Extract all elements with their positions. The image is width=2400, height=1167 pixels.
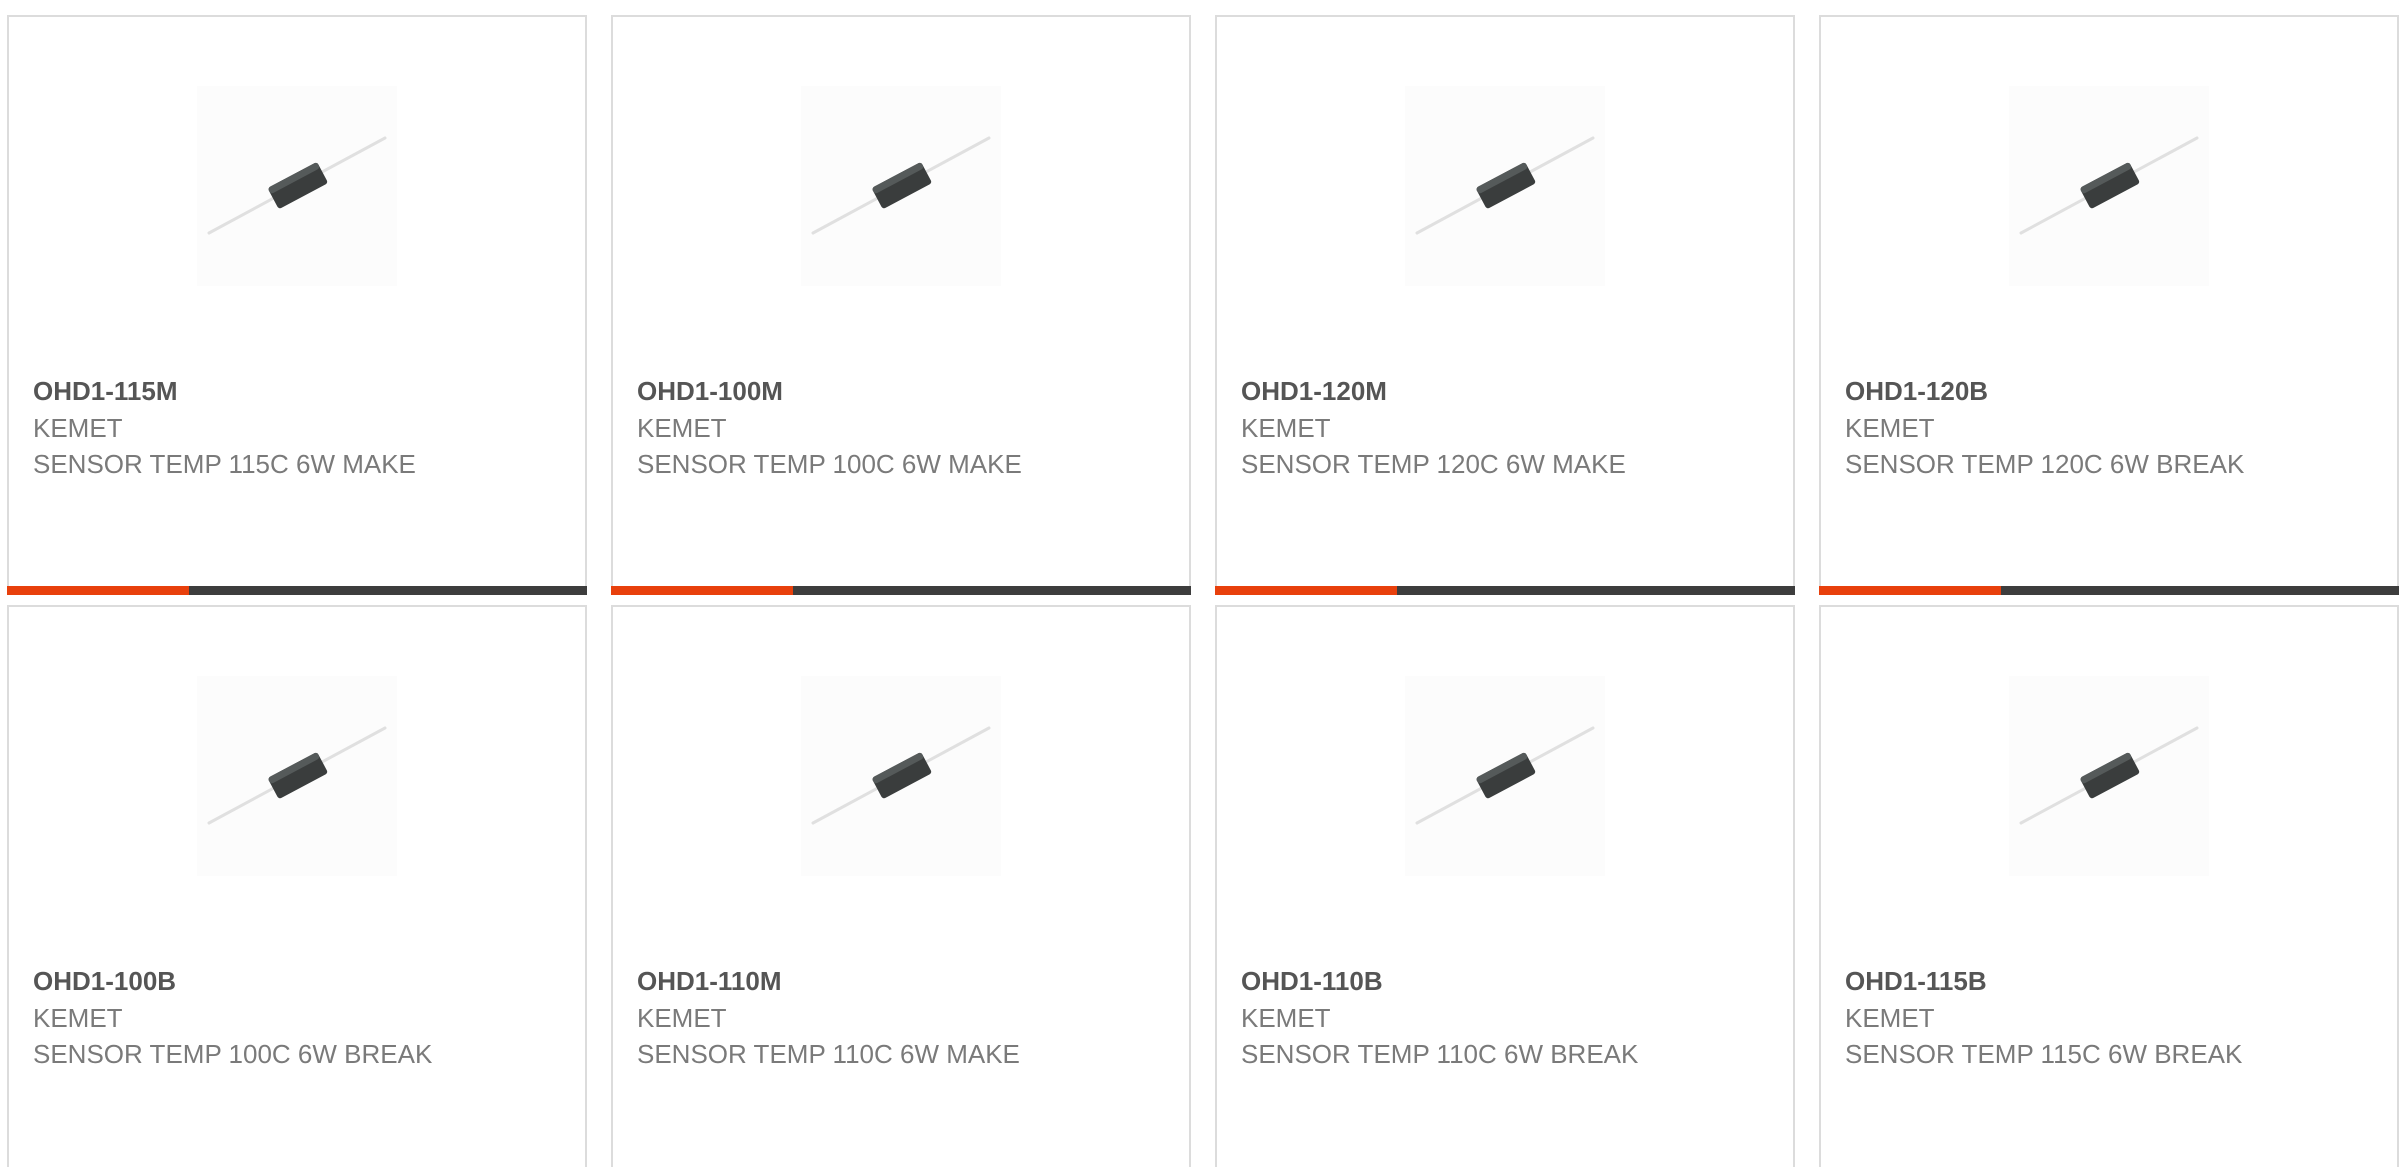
part-number[interactable]: OHD1-100M bbox=[637, 373, 783, 409]
manufacturer: KEMET bbox=[1845, 413, 1935, 443]
product-description: SENSOR TEMP 115C 6W BREAK bbox=[1845, 1039, 2243, 1069]
axial-thermal-sensor-icon bbox=[207, 136, 387, 235]
product-card[interactable]: OHD1-120B KEMET SENSOR TEMP 120C 6W BREA… bbox=[1819, 15, 2399, 595]
product-card[interactable]: OHD1-100M KEMET SENSOR TEMP 100C 6W MAKE bbox=[611, 15, 1191, 595]
axial-thermal-sensor-icon bbox=[2019, 136, 2199, 235]
part-number[interactable]: OHD1-100B bbox=[33, 963, 176, 999]
manufacturer: KEMET bbox=[637, 1003, 727, 1033]
axial-thermal-sensor-icon bbox=[207, 726, 387, 825]
card-accent-highlight bbox=[611, 586, 793, 595]
product-image[interactable] bbox=[801, 676, 1001, 876]
product-image[interactable] bbox=[801, 86, 1001, 286]
axial-thermal-sensor-icon bbox=[811, 726, 991, 825]
card-accent-bar bbox=[611, 586, 1191, 595]
card-accent-bar bbox=[7, 586, 587, 595]
product-card[interactable]: OHD1-115B KEMET SENSOR TEMP 115C 6W BREA… bbox=[1819, 605, 2399, 1167]
card-accent-highlight bbox=[1215, 586, 1397, 595]
card-accent-bar bbox=[1819, 586, 2399, 595]
product-card[interactable]: OHD1-110B KEMET SENSOR TEMP 110C 6W BREA… bbox=[1215, 605, 1795, 1167]
product-description: SENSOR TEMP 120C 6W BREAK bbox=[1845, 449, 2245, 479]
card-accent-highlight bbox=[7, 586, 189, 595]
product-grid: OHD1-115M KEMET SENSOR TEMP 115C 6W MAKE… bbox=[0, 0, 2400, 1167]
product-image[interactable] bbox=[197, 86, 397, 286]
manufacturer: KEMET bbox=[637, 413, 727, 443]
product-description: SENSOR TEMP 100C 6W BREAK bbox=[33, 1039, 433, 1069]
axial-thermal-sensor-icon bbox=[1415, 136, 1595, 235]
axial-thermal-sensor-icon bbox=[1415, 726, 1595, 825]
product-description: SENSOR TEMP 110C 6W BREAK bbox=[1241, 1039, 1639, 1069]
card-accent-highlight bbox=[1819, 586, 2001, 595]
part-number[interactable]: OHD1-110B bbox=[1241, 963, 1383, 999]
product-image[interactable] bbox=[2009, 86, 2209, 286]
manufacturer: KEMET bbox=[33, 413, 123, 443]
manufacturer: KEMET bbox=[1845, 1003, 1935, 1033]
part-number[interactable]: OHD1-120M bbox=[1241, 373, 1387, 409]
manufacturer: KEMET bbox=[1241, 1003, 1331, 1033]
product-card[interactable]: OHD1-110M KEMET SENSOR TEMP 110C 6W MAKE bbox=[611, 605, 1191, 1167]
product-description: SENSOR TEMP 115C 6W MAKE bbox=[33, 449, 416, 479]
card-accent-bar bbox=[1215, 586, 1795, 595]
manufacturer: KEMET bbox=[33, 1003, 123, 1033]
product-description: SENSOR TEMP 110C 6W MAKE bbox=[637, 1039, 1020, 1069]
axial-thermal-sensor-icon bbox=[811, 136, 991, 235]
product-image[interactable] bbox=[1405, 86, 1605, 286]
product-image[interactable] bbox=[1405, 676, 1605, 876]
manufacturer: KEMET bbox=[1241, 413, 1331, 443]
product-description: SENSOR TEMP 100C 6W MAKE bbox=[637, 449, 1022, 479]
product-card[interactable]: OHD1-120M KEMET SENSOR TEMP 120C 6W MAKE bbox=[1215, 15, 1795, 595]
part-number[interactable]: OHD1-115B bbox=[1845, 963, 1987, 999]
product-card[interactable]: OHD1-100B KEMET SENSOR TEMP 100C 6W BREA… bbox=[7, 605, 587, 1167]
product-image[interactable] bbox=[2009, 676, 2209, 876]
axial-thermal-sensor-icon bbox=[2019, 726, 2199, 825]
part-number[interactable]: OHD1-120B bbox=[1845, 373, 1988, 409]
product-description: SENSOR TEMP 120C 6W MAKE bbox=[1241, 449, 1626, 479]
product-image[interactable] bbox=[197, 676, 397, 876]
part-number[interactable]: OHD1-110M bbox=[637, 963, 782, 999]
product-card[interactable]: OHD1-115M KEMET SENSOR TEMP 115C 6W MAKE bbox=[7, 15, 587, 595]
part-number[interactable]: OHD1-115M bbox=[33, 373, 178, 409]
